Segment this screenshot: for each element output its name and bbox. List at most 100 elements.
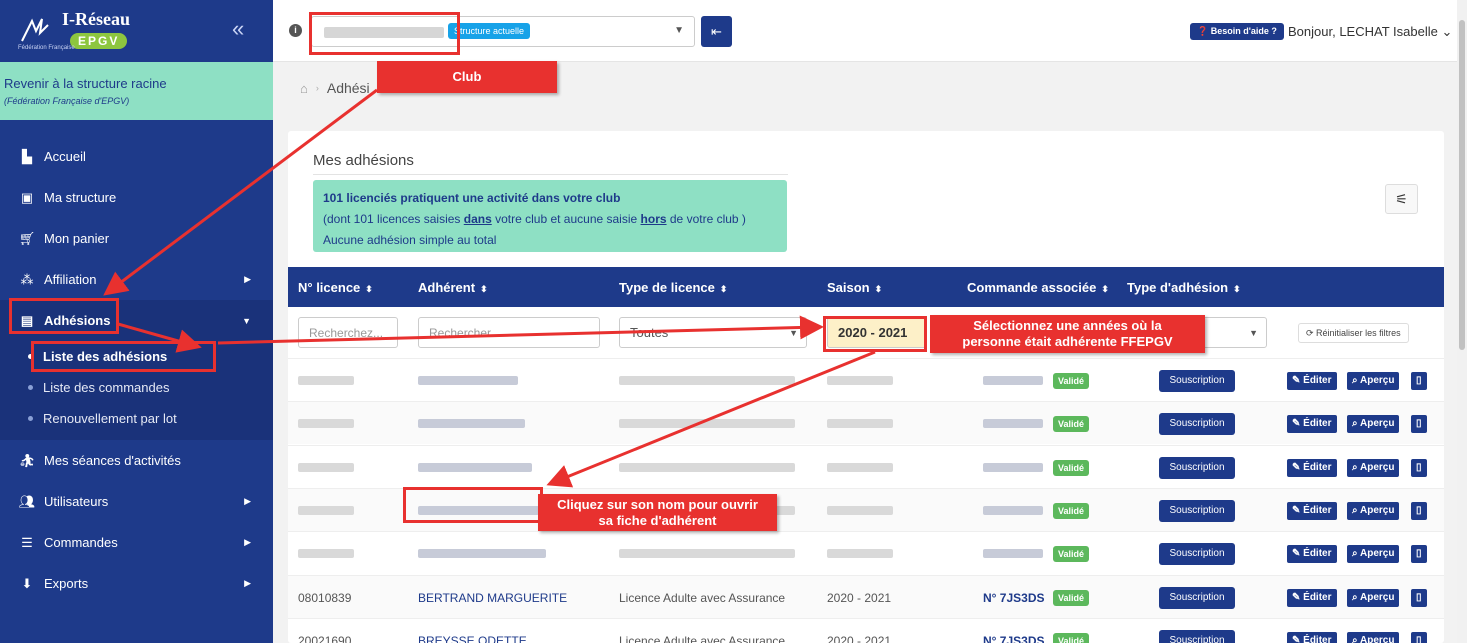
caret-right-icon: ▶: [244, 537, 251, 547]
document-icon[interactable]: ▯: [1411, 545, 1427, 563]
licence-type-blurred: [619, 376, 795, 385]
saison-blurred: [827, 419, 893, 428]
adherent-name-link[interactable]: [418, 549, 546, 558]
top-header: i Structure actuelle ▼ ⇤ ❓ Besoin d'aide…: [273, 0, 1467, 62]
edit-button[interactable]: ✎ Éditer: [1287, 502, 1337, 520]
link-dans[interactable]: dans: [464, 212, 492, 226]
structure-select[interactable]: Structure actuelle ▼: [311, 16, 695, 47]
document-icon[interactable]: ▯: [1411, 502, 1427, 520]
order-number-blurred: [983, 463, 1043, 472]
edit-button[interactable]: ✎ Éditer: [1287, 545, 1337, 563]
licence-number: 20021690: [298, 634, 352, 643]
double-chevron-left-icon[interactable]: «: [232, 16, 244, 42]
brand[interactable]: I-Réseau EPGV Fédération Française «: [0, 0, 273, 62]
sidebar-item-affiliation[interactable]: ⁂ Affiliation ▶: [0, 259, 273, 300]
souscription-button[interactable]: Souscription: [1159, 630, 1235, 643]
sidebar-subitem-renouvellement[interactable]: Renouvellement par lot: [0, 403, 273, 434]
souscription-button[interactable]: Souscription: [1159, 500, 1235, 522]
caret-right-icon: ▶: [244, 578, 251, 588]
home-icon[interactable]: ⌂: [300, 81, 308, 96]
adherent-name-link[interactable]: [418, 376, 518, 385]
structure-current-badge: Structure actuelle: [448, 23, 531, 39]
preview-button[interactable]: ⌕ Aperçu: [1347, 459, 1400, 477]
col-header-type-licence[interactable]: Type de licence ⬍: [619, 280, 727, 295]
document-icon[interactable]: ▯: [1411, 459, 1427, 477]
table-header: N° licence ⬍ Adhérent ⬍ Type de licence ⬍ S…: [288, 267, 1444, 307]
order-number[interactable]: N° 7JS3DS: [983, 634, 1045, 643]
filter-settings-icon[interactable]: ⚟: [1385, 184, 1418, 214]
sidebar-subitem-liste-commandes[interactable]: Liste des commandes: [0, 372, 273, 403]
souscription-button[interactable]: Souscription: [1159, 370, 1235, 392]
sidebar-subnav-adhesions: Liste des adhésions Liste des commandes …: [0, 341, 273, 440]
col-header-saison[interactable]: Saison ⬍: [827, 280, 882, 295]
sidebar-item-seances[interactable]: ⛹︎ Mes séances d'activités: [0, 440, 273, 481]
licence-search-input[interactable]: Recherchez...: [298, 317, 398, 348]
link-hors[interactable]: hors: [641, 212, 667, 226]
scrollbar[interactable]: [1457, 0, 1467, 643]
sidebar-item-commandes[interactable]: ☰ Commandes ▶: [0, 522, 273, 563]
adherent-name-link[interactable]: BERTRAND MARGUERITE: [418, 591, 567, 605]
document-icon[interactable]: ▯: [1411, 589, 1427, 607]
sidebar-item-exports[interactable]: ⬇ Exports ▶: [0, 563, 273, 604]
adherent-name-link[interactable]: [418, 419, 525, 428]
preview-button[interactable]: ⌕ Aperçu: [1347, 415, 1400, 433]
souscription-button[interactable]: Souscription: [1159, 543, 1235, 565]
saison-blurred: [827, 463, 893, 472]
adherent-name-link[interactable]: BREYSSE ODETTE: [418, 634, 527, 643]
edit-button[interactable]: ✎ Éditer: [1287, 415, 1337, 433]
sidebar-nav: ▙ Accueil ▣ Ma structure 🛒︎ Mon panier ⁂…: [0, 136, 273, 604]
preview-button[interactable]: ⌕ Aperçu: [1347, 589, 1400, 607]
status-badge: Validé: [1053, 503, 1090, 519]
sidebar-item-ma-structure[interactable]: ▣ Ma structure: [0, 177, 273, 218]
sidebar-item-label: Exports: [44, 576, 89, 591]
adherent-name-link[interactable]: [418, 463, 532, 472]
logo-figure-icon: [21, 18, 49, 42]
preview-button[interactable]: ⌕ Aperçu: [1347, 502, 1400, 520]
edit-button[interactable]: ✎ Éditer: [1287, 459, 1337, 477]
sidebar-item-adhesions[interactable]: ▤ Adhésions ▼: [0, 300, 273, 341]
sidebar-item-accueil[interactable]: ▙ Accueil: [0, 136, 273, 177]
souscription-button[interactable]: Souscription: [1159, 457, 1235, 479]
reset-filters-button[interactable]: ⟳ Réinitialiser les filtres: [1298, 323, 1409, 343]
user-menu[interactable]: Bonjour, LECHAT Isabelle ⌄: [1288, 24, 1452, 40]
preview-button[interactable]: ⌕ Aperçu: [1347, 632, 1400, 643]
table-row: 20021690 BREYSSE ODETTE Licence Adulte ave…: [288, 618, 1444, 643]
table-row: Validé Souscription ✎ Éditer ⌕ Aperçu ▯: [288, 445, 1444, 488]
document-icon[interactable]: ▯: [1411, 372, 1427, 390]
type-licence-select[interactable]: Toutes ▼: [619, 317, 807, 348]
preview-button[interactable]: ⌕ Aperçu: [1347, 545, 1400, 563]
order-number[interactable]: N° 7JS3DS: [983, 591, 1045, 605]
adherent-search-input[interactable]: Rechercher...: [418, 317, 600, 348]
page-title: Mes adhésions: [313, 152, 414, 169]
annotation-label-saison: Sélectionnez une années où la personne ét…: [930, 315, 1205, 353]
sidebar-item-mon-panier[interactable]: 🛒︎ Mon panier: [0, 218, 273, 259]
licence-type-blurred: [619, 419, 795, 428]
table-row: 08010839 BERTRAND MARGUERITE Licence Adult…: [288, 575, 1444, 618]
edit-button[interactable]: ✎ Éditer: [1287, 372, 1337, 390]
souscription-button[interactable]: Souscription: [1159, 587, 1235, 609]
preview-button[interactable]: ⌕ Aperçu: [1347, 372, 1400, 390]
id-card-icon: ▤: [20, 312, 34, 328]
info-icon[interactable]: i: [289, 24, 302, 37]
document-icon[interactable]: ▯: [1411, 415, 1427, 433]
col-header-type-adhesion[interactable]: Type d'adhésion ⬍: [1127, 280, 1241, 295]
caret-right-icon: ▶: [244, 496, 251, 506]
help-button[interactable]: ❓ Besoin d'aide ?: [1190, 23, 1284, 40]
adherent-name-link[interactable]: [418, 506, 539, 515]
document-icon[interactable]: ▯: [1411, 632, 1427, 643]
bullet-icon: [28, 385, 33, 390]
sidebar-item-utilisateurs[interactable]: 👥︎ Utilisateurs ▶: [0, 481, 273, 522]
switch-structure-button[interactable]: ⇤: [701, 16, 732, 47]
souscription-button[interactable]: Souscription: [1159, 413, 1235, 435]
root-structure-link[interactable]: Revenir à la structure racine (Fédératio…: [0, 62, 273, 120]
saison-select[interactable]: 2020 - 2021: [827, 317, 927, 348]
licence-number: 08010839: [298, 591, 352, 605]
col-header-adherent[interactable]: Adhérent ⬍: [418, 280, 488, 295]
col-header-licence[interactable]: N° licence ⬍: [298, 280, 373, 295]
edit-button[interactable]: ✎ Éditer: [1287, 589, 1337, 607]
caret-right-icon: ▶: [244, 274, 251, 284]
edit-button[interactable]: ✎ Éditer: [1287, 632, 1337, 643]
sidebar-subitem-liste-adhesions[interactable]: Liste des adhésions: [0, 341, 273, 372]
licence-number-blurred: [298, 549, 354, 558]
col-header-commande[interactable]: Commande associée ⬍: [967, 280, 1109, 295]
